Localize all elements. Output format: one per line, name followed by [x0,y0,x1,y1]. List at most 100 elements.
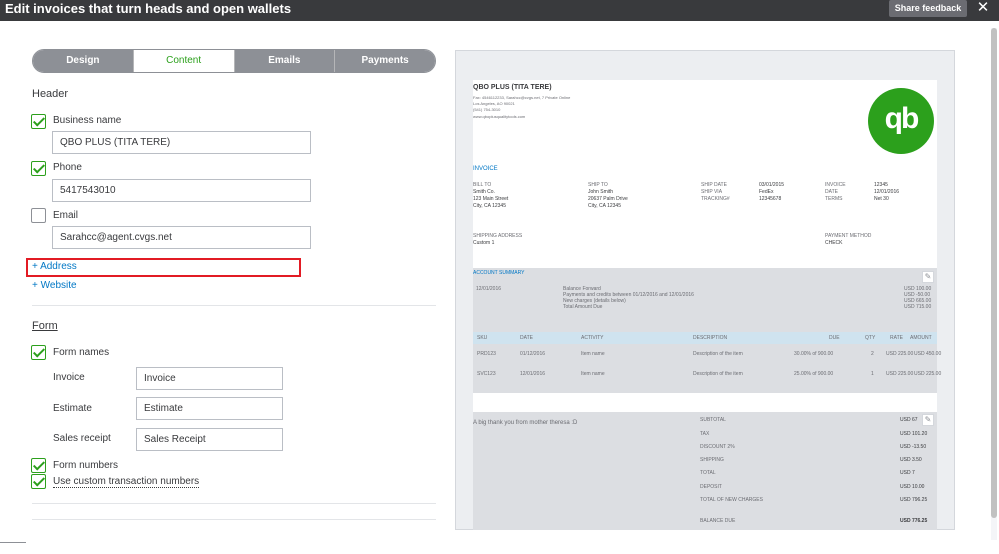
totals-value: USD -13.50 [900,444,927,450]
preview-company-line: (541) 754-3010 [473,107,501,112]
table-cell: 1 [871,371,874,377]
totals-value: USD 776.25 [900,518,928,524]
custom-numbers-checkbox[interactable] [31,474,46,489]
account-summary-title: ACCOUNT SUMMARY [473,270,525,276]
sales-receipt-name-label: Sales receipt [53,433,111,444]
company-logo: qb [868,88,934,154]
totals-label: TOTAL OF NEW CHARGES [700,497,763,503]
preview-bill-to-label: BILL TO [473,182,492,188]
preview-shipping-address-label: SHIPPING ADDRESS [473,233,523,239]
tab-content[interactable]: Content [133,50,235,72]
estimate-name-input[interactable]: Estimate [136,397,283,420]
preview-company-line: Fax: 4546112233, Sarahcc@cvgs.net, 7 Pri… [473,95,571,100]
table-header-cell: QTY [865,335,876,341]
preview-ship-info-value: FedEx [759,189,774,195]
account-summary-amount: USD 715.00 [904,304,932,310]
table-header-cell: SKU [477,335,488,341]
edit-pencil-icon[interactable]: ✎ [922,414,934,426]
preview-ship-info-label: SHIP DATE [701,182,727,188]
account-summary-date: 12/01/2016 [476,286,502,292]
phone-input[interactable]: 5417543010 [52,179,311,202]
preview-bill-to-line: City, CA 12345 [473,203,506,209]
totals-value: USD 10.00 [900,484,925,490]
phone-checkbox[interactable] [31,161,46,176]
invoice-name-input[interactable]: Invoice [136,367,283,390]
account-summary-line: Total Amount Due [563,304,603,310]
preview-ship-info-label: TRACKING# [701,196,730,202]
preview-ship-info-label: SHIP VIA [701,189,723,195]
table-cell: Description of the item [693,351,743,357]
add-address-link[interactable]: + Address [32,261,77,272]
preview-company-line: www.qboplusqualitytools.com [473,114,526,119]
preview-payment-method-label: PAYMENT METHOD [825,233,872,239]
totals-label: SHIPPING [700,457,724,463]
custom-numbers-label[interactable]: Use custom transaction numbers [53,476,200,488]
totals-label: DISCOUNT 2% [700,444,735,450]
logo-text: qb [884,102,920,135]
preview-ship-to-line: John Smith [588,189,614,195]
estimate-name-label: Estimate [53,403,92,414]
totals-value: USD 101.20 [900,431,928,437]
add-website-link[interactable]: + Website [32,280,77,291]
close-icon[interactable]: ✕ [975,0,991,16]
table-cell: 01/12/2016 [520,351,546,357]
email-label: Email [53,210,79,221]
table-cell: USD 450.00 [914,351,942,357]
business-name-input[interactable]: QBO PLUS (TITA TERE) [52,131,311,154]
table-header-cell: AMOUNT [910,335,932,341]
scrollbar-thumb[interactable] [991,28,997,518]
table-cell: 25.00% of 900.00 [794,371,834,377]
preview-invoice-label: INVOICE [473,166,498,172]
form-numbers-checkbox[interactable] [31,458,46,473]
sales-receipt-name-input[interactable]: Sales Receipt [136,428,283,451]
email-input[interactable]: Sarahcc@agent.cvgs.net [52,226,311,249]
table-cell: USD 225.00 [886,351,914,357]
preview-inv-info-value: 12345 [874,182,888,188]
edit-pencil-icon[interactable]: ✎ [922,271,934,283]
header-section-title: Header [32,88,69,100]
share-feedback-button[interactable]: Share feedback [889,0,967,17]
table-cell: SVC123 [477,371,496,377]
totals-value: USD 67 [900,417,918,423]
table-cell: Item name [581,371,605,377]
totals-label: SUBTOTAL [700,417,726,423]
form-names-checkbox[interactable] [31,345,46,360]
table-cell: USD 225.00 [914,371,942,377]
totals-label: DEPOSIT [700,484,722,490]
tab-emails[interactable]: Emails [234,50,336,72]
table-cell: Item name [581,351,605,357]
preview-inv-info-value: Net 30 [874,196,889,202]
form-section-title: Form [32,320,58,332]
preview-inv-info-label: DATE [825,189,838,195]
preview-bill-to-line: Smith Co. [473,189,495,195]
tab-bar: Design Content Emails Payments [32,49,436,73]
business-name-checkbox[interactable] [31,114,46,129]
table-header-cell: DATE [520,335,533,341]
top-bar: Edit invoices that turn heads and open w… [0,0,999,21]
preview-company-name: QBO PLUS (TITA TERE) [473,84,552,91]
totals-value: USD 796.25 [900,497,928,503]
bottom-marker [0,542,26,543]
preview-payment-method-value: CHECK [825,240,843,246]
email-checkbox[interactable] [31,208,46,223]
preview-shipping-address-value: Custom 1 [473,240,495,246]
invoice-name-label: Invoice [53,372,85,383]
table-header-cell: RATE [890,335,903,341]
table-header-cell: ACTIVITY [581,335,604,341]
tab-design[interactable]: Design [33,50,134,72]
table-cell: 12/01/2016 [520,371,546,377]
form-numbers-label: Form numbers [53,460,119,471]
table-cell: USD 225.00 [886,371,914,377]
preview-message: A big thank you from mother theresa :D [473,420,578,426]
table-cell: PRD123 [477,351,496,357]
tab-payments[interactable]: Payments [335,50,435,72]
form-names-label: Form names [53,347,110,358]
totals-label: TOTAL [700,470,716,476]
section-divider [32,305,436,306]
phone-label: Phone [53,162,82,173]
totals-value: USD 7 [900,470,915,476]
preview-ship-to-label: SHIP TO [588,182,608,188]
table-cell: Description of the item [693,371,743,377]
section-divider-2 [32,503,436,504]
table-header-cell: DUE [829,335,840,341]
